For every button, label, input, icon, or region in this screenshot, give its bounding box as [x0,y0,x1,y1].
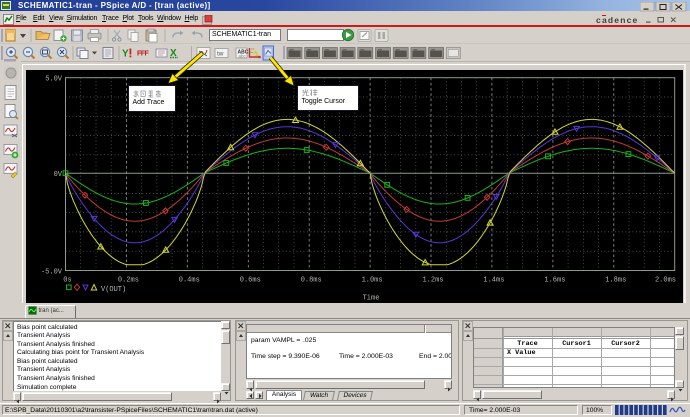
svg-text:V(OUT): V(OUT) [101,286,126,294]
svg-text:0.8ms: 0.8ms [301,277,322,285]
svg-text:-5.0V: -5.0V [41,269,63,277]
svg-text:0.4ms: 0.4ms [179,277,200,285]
svg-text:1.0ms: 1.0ms [362,277,383,285]
svg-text:Time: Time [363,295,380,303]
svg-text:2.0ms: 2.0ms [655,277,676,285]
svg-text:0V: 0V [54,171,63,179]
svg-text:1.8ms: 1.8ms [605,277,626,285]
svg-text:1.2ms: 1.2ms [422,277,443,285]
svg-text:0.2ms: 0.2ms [118,277,139,285]
svg-text:0.6ms: 0.6ms [240,277,261,285]
svg-text:0s: 0s [63,277,71,285]
svg-text:1.4ms: 1.4ms [483,277,504,285]
svg-text:1.6ms: 1.6ms [544,277,565,285]
